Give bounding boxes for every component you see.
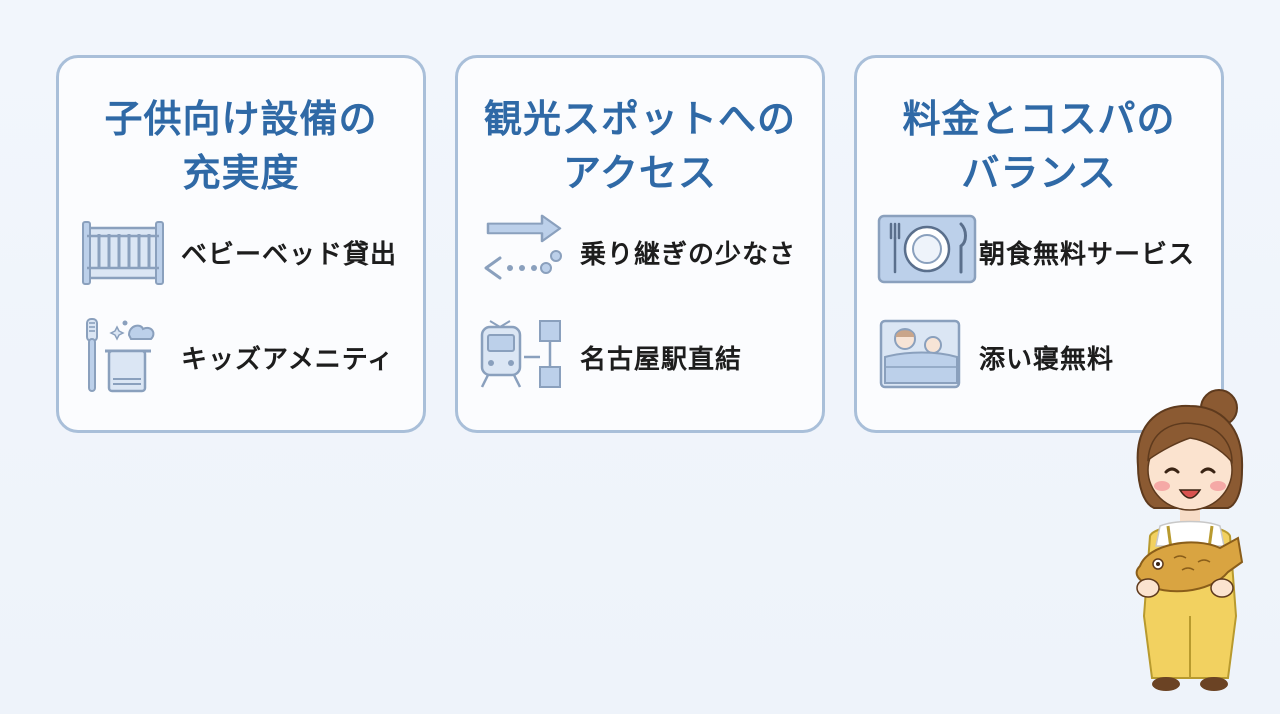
baby-crib-icon [79,212,169,292]
card-title: 観光スポットへの アクセス [458,92,822,200]
toothbrush-towel-icon [79,317,169,397]
train-station-icon [478,317,568,397]
criteria-card-sightseeing-access: 観光スポットへの アクセス 乗り継ぎの少なさ 名古屋駅直結 [455,55,825,433]
feature-label: キッズアメニティ [181,345,395,375]
card-title-line-1: 観光スポットへの [483,97,796,141]
feature-item: 名古屋駅直結 [458,317,822,397]
card-title-line-2: バランス [961,151,1117,195]
feature-item: ベビーベッド貸出 [59,212,423,292]
mascot-girl-illustration [1124,386,1254,696]
card-title: 子供向け設備の 充実度 [59,92,423,200]
feature-label: ベビーベッド貸出 [181,240,398,270]
feature-item: 朝食無料サービス [857,212,1221,292]
card-title: 料金とコスパの バランス [857,92,1221,200]
feature-label: 朝食無料サービス [979,240,1196,270]
card-title-line-1: 料金とコスパの [902,97,1176,141]
card-title-line-1: 子供向け設備の [104,97,378,141]
plate-cutlery-icon [877,212,977,292]
transfer-arrows-icon [478,212,568,292]
feature-label: 名古屋駅直結 [580,345,743,375]
feature-item: キッズアメニティ [59,317,423,397]
feature-item: 乗り継ぎの少なさ [458,212,822,292]
card-title-line-2: アクセス [562,151,718,195]
co-sleeping-icon [877,317,967,397]
feature-label: 乗り継ぎの少なさ [580,240,797,270]
feature-item: 添い寝無料 [857,317,1221,397]
criteria-card-kids-facilities: 子供向け設備の 充実度 ベビーベッド貸出 キッズアメニティ [56,55,426,433]
card-title-line-2: 充実度 [182,151,300,195]
criteria-card-price-value: 料金とコスパの バランス 朝食無料サービス 添い寝無料 [854,55,1224,433]
feature-label: 添い寝無料 [979,345,1115,375]
